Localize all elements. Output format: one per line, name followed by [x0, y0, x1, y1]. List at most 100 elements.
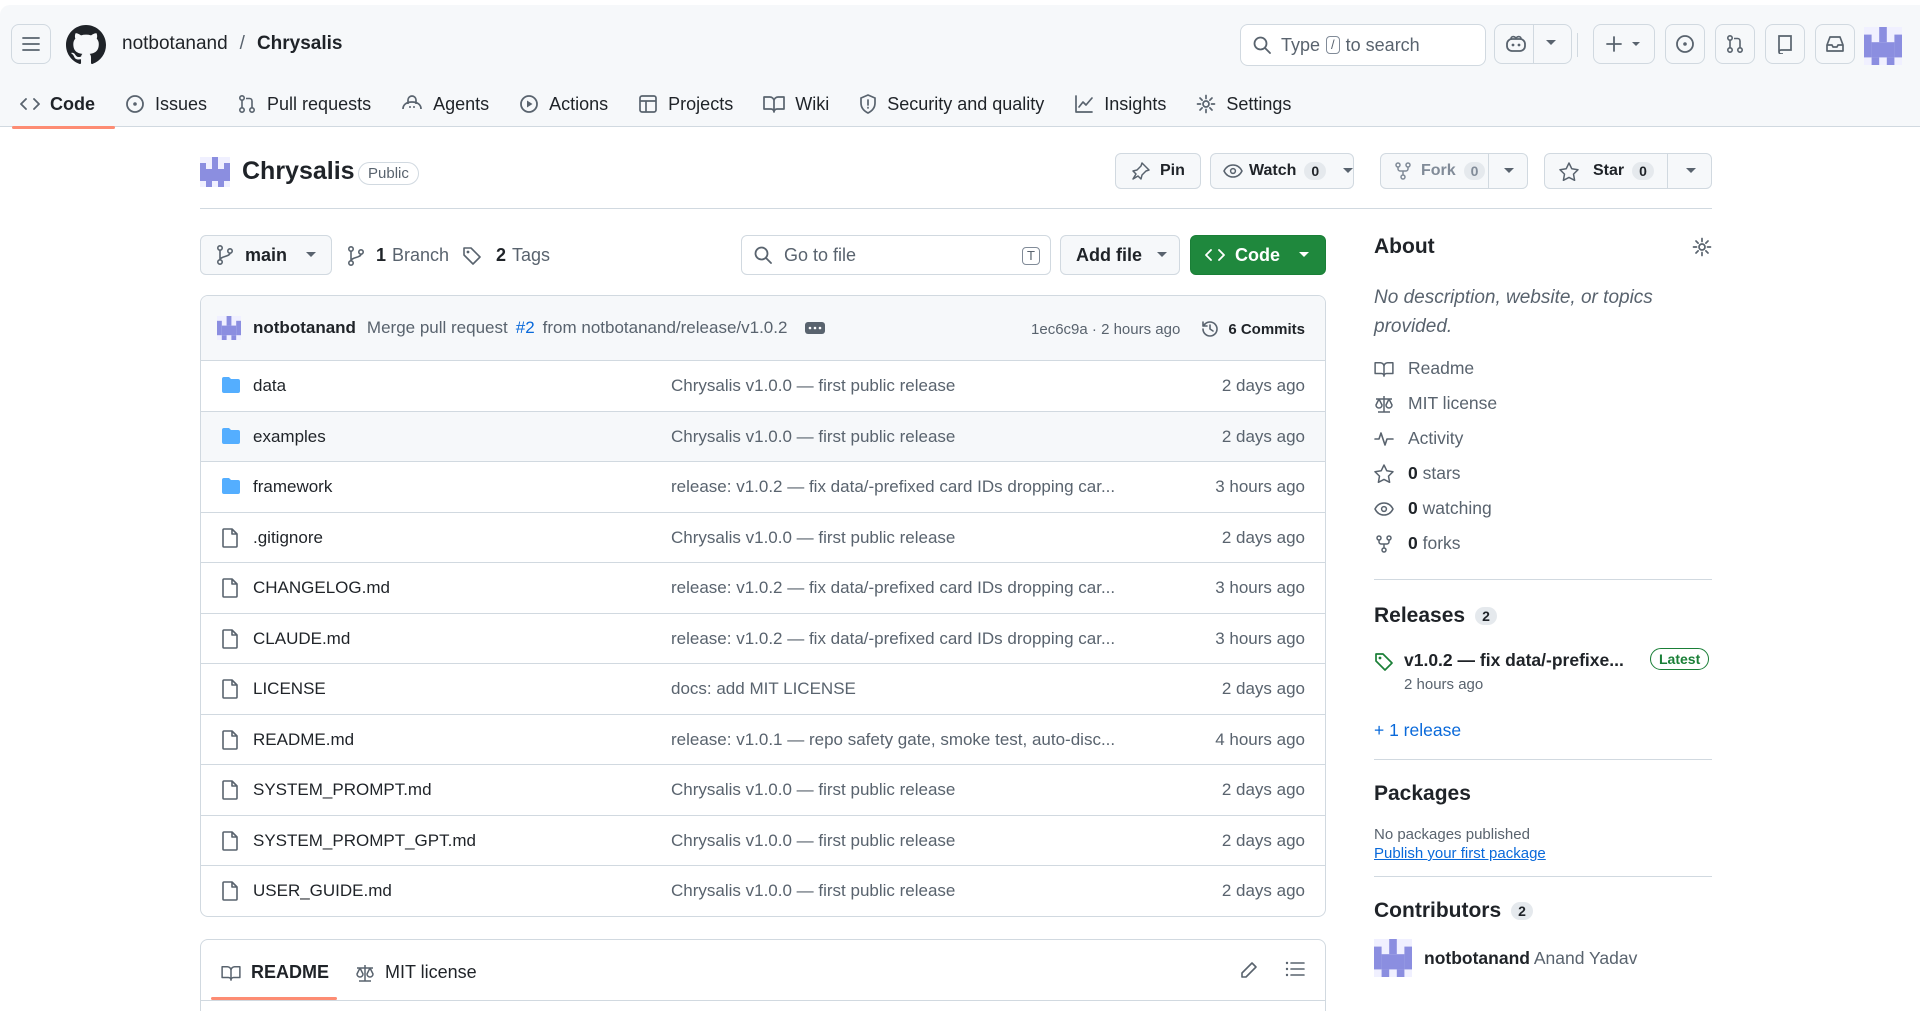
- file-name[interactable]: .gitignore: [253, 528, 323, 548]
- file-commit-message[interactable]: release: v1.0.2 — fix data/-prefixed car…: [671, 629, 1161, 649]
- tab-settings[interactable]: Settings: [1196, 87, 1307, 121]
- contributors-title[interactable]: Contributors: [1374, 899, 1501, 922]
- branches-link[interactable]: 1 Branch: [348, 245, 449, 266]
- file-commit-message[interactable]: release: v1.0.1 — repo safety gate, smok…: [671, 730, 1161, 750]
- breadcrumb-repo[interactable]: Chrysalis: [257, 33, 343, 55]
- contributor-avatar: [1374, 939, 1412, 977]
- file-commit-message[interactable]: Chrysalis v1.0.0 — first public release: [671, 831, 1161, 851]
- commits-link[interactable]: 6 Commits: [1228, 321, 1305, 338]
- inbox-button[interactable]: [1815, 24, 1855, 64]
- copilot-button[interactable]: [1494, 24, 1572, 64]
- fork-button[interactable]: Fork 0: [1380, 153, 1528, 189]
- watching-link[interactable]: 0 watching: [1374, 491, 1712, 526]
- commit-message-prefix[interactable]: Merge pull request: [367, 318, 508, 338]
- file-name[interactable]: SYSTEM_PROMPT_GPT.md: [253, 831, 476, 851]
- tab-code[interactable]: Code: [12, 87, 115, 129]
- file-name[interactable]: CLAUDE.md: [253, 629, 350, 649]
- tab-license[interactable]: MIT license: [355, 962, 477, 983]
- about-description: No description, website, or topics provi…: [1374, 287, 1653, 337]
- global-search[interactable]: Type / to search: [1240, 24, 1486, 66]
- file-commit-message[interactable]: release: v1.0.2 — fix data/-prefixed car…: [671, 578, 1161, 598]
- latest-release-name[interactable]: v1.0.2 — fix data/-prefixe...: [1404, 650, 1624, 671]
- readme-link[interactable]: Readme: [1374, 351, 1712, 386]
- activity-link[interactable]: Activity: [1374, 421, 1712, 456]
- tab-actions[interactable]: Actions: [519, 87, 624, 121]
- create-new-button[interactable]: [1593, 24, 1655, 64]
- file-row[interactable]: SYSTEM_PROMPT.md Chrysalis v1.0.0 — first…: [201, 765, 1325, 816]
- tab-issues[interactable]: Issues: [125, 87, 223, 121]
- file-name[interactable]: SYSTEM_PROMPT.md: [253, 780, 432, 800]
- contributor-item[interactable]: notbotanand Anand Yadav: [1374, 939, 1712, 977]
- file-commit-message[interactable]: Chrysalis v1.0.0 — first public release: [671, 528, 1161, 548]
- repositories-button[interactable]: [1765, 24, 1805, 64]
- file-name[interactable]: README.md: [253, 730, 354, 750]
- gear-icon[interactable]: [1692, 237, 1712, 257]
- code-button[interactable]: Code: [1190, 235, 1326, 275]
- gear-icon: [1196, 94, 1216, 114]
- file-row[interactable]: data Chrysalis v1.0.0 — first public rele…: [201, 361, 1325, 412]
- pin-button[interactable]: Pin: [1115, 153, 1201, 189]
- file-row[interactable]: framework release: v1.0.2 — fix data/-pre…: [201, 462, 1325, 513]
- file-row[interactable]: SYSTEM_PROMPT_GPT.md Chrysalis v1.0.0 — f…: [201, 816, 1325, 866]
- forks-link[interactable]: 0 forks: [1374, 526, 1712, 561]
- license-link[interactable]: MIT license: [1374, 386, 1712, 421]
- file-commit-message[interactable]: Chrysalis v1.0.0 — first public release: [671, 427, 1161, 447]
- publish-package-link[interactable]: Publish your first package: [1374, 845, 1712, 862]
- file-row[interactable]: LICENSE docs: add MIT LICENSE 2 days ago: [201, 664, 1325, 715]
- list-unordered-icon[interactable]: [1285, 960, 1305, 978]
- file-commit-message[interactable]: Chrysalis v1.0.0 — first public release: [671, 376, 1161, 396]
- tags-link[interactable]: 2 Tags: [462, 245, 550, 266]
- pull-requests-button[interactable]: [1715, 24, 1755, 64]
- file-row[interactable]: README.md release: v1.0.1 — repo safety g…: [201, 715, 1325, 765]
- tab-readme[interactable]: README: [221, 962, 329, 983]
- file-row[interactable]: .gitignore Chrysalis v1.0.0 — first publi…: [201, 513, 1325, 563]
- tab-wiki[interactable]: Wiki: [763, 87, 845, 121]
- file-commit-message[interactable]: release: v1.0.2 — fix data/-prefixed car…: [671, 477, 1161, 497]
- tab-pull-requests[interactable]: Pull requests: [237, 87, 387, 121]
- go-to-file-input[interactable]: Go to file T: [741, 235, 1051, 275]
- tab-agents[interactable]: Agents: [401, 87, 505, 121]
- file-row[interactable]: CLAUDE.md release: v1.0.2 — fix data/-pre…: [201, 614, 1325, 664]
- file-name[interactable]: CHANGELOG.md: [253, 578, 390, 598]
- file-name[interactable]: data: [253, 376, 286, 396]
- file-name[interactable]: LICENSE: [253, 679, 326, 699]
- readme-panel: README MIT license: [200, 939, 1326, 1011]
- pencil-icon[interactable]: [1239, 960, 1259, 980]
- breadcrumb-owner[interactable]: notbotanand: [122, 33, 228, 55]
- ellipsis-icon[interactable]: [805, 322, 826, 334]
- commit-message-suffix[interactable]: from notbotanand/release/v1.0.2: [543, 318, 788, 338]
- more-releases-link[interactable]: + 1 release: [1374, 720, 1712, 741]
- file-commit-message[interactable]: docs: add MIT LICENSE: [671, 679, 1161, 699]
- tab-label: Security and quality: [887, 93, 1045, 114]
- file-icon: [221, 628, 239, 649]
- commit-sha-time[interactable]: 1ec6c9a · 2 hours ago: [1031, 321, 1180, 338]
- file-row[interactable]: CHANGELOG.md release: v1.0.2 — fix data/-…: [201, 563, 1325, 614]
- tab-security[interactable]: Security and quality: [859, 87, 1060, 121]
- packages-title[interactable]: Packages: [1374, 782, 1712, 806]
- add-file-button[interactable]: Add file: [1060, 235, 1180, 275]
- file-row[interactable]: examples Chrysalis v1.0.0 — first public …: [201, 411, 1325, 462]
- forks-count: 0: [1408, 533, 1418, 553]
- author-avatar[interactable]: [217, 316, 241, 340]
- commit-author[interactable]: notbotanand: [253, 318, 356, 338]
- issues-button[interactable]: [1665, 24, 1705, 64]
- commit-pr-link[interactable]: #2: [516, 318, 535, 338]
- file-commit-message[interactable]: Chrysalis v1.0.0 — first public release: [671, 881, 1161, 901]
- menu-button[interactable]: [11, 24, 51, 64]
- watch-button[interactable]: Watch 0: [1210, 153, 1354, 189]
- shield-icon: [859, 94, 877, 114]
- github-logo-icon[interactable]: [66, 25, 106, 65]
- tab-projects[interactable]: Projects: [638, 87, 749, 121]
- repo-title[interactable]: Chrysalis: [242, 157, 355, 186]
- user-avatar[interactable]: [1864, 27, 1902, 65]
- stars-link[interactable]: 0 stars: [1374, 456, 1712, 491]
- star-button[interactable]: Star 0: [1544, 153, 1712, 189]
- file-name[interactable]: USER_GUIDE.md: [253, 881, 392, 901]
- tab-insights[interactable]: Insights: [1074, 87, 1182, 121]
- file-commit-message[interactable]: Chrysalis v1.0.0 — first public release: [671, 780, 1161, 800]
- releases-title[interactable]: Releases: [1374, 604, 1465, 627]
- file-name[interactable]: framework: [253, 477, 332, 497]
- file-name[interactable]: examples: [253, 427, 326, 447]
- file-row[interactable]: USER_GUIDE.md Chrysalis v1.0.0 — first pu…: [201, 866, 1325, 916]
- branch-selector[interactable]: main: [200, 235, 332, 275]
